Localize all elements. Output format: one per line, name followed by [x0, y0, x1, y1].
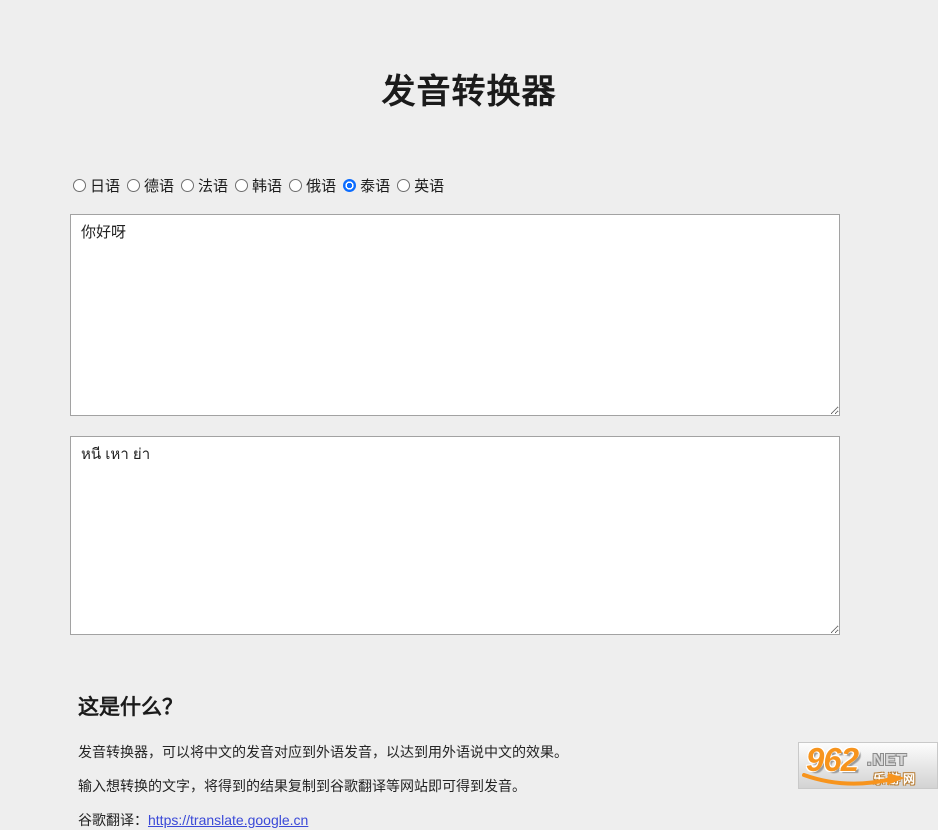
language-radio-group: 日语 德语 法语 韩语 俄语 泰语 英语 [73, 175, 938, 196]
radio-icon[interactable] [127, 179, 140, 192]
chinese-input-textarea[interactable]: 你好呀 [70, 214, 840, 416]
radio-icon[interactable] [289, 179, 302, 192]
radio-icon[interactable] [397, 179, 410, 192]
page: 发音转换器 日语 德语 法语 韩语 俄语 泰语 英语 你好呀 หนี เหา ย่า 这是什… [0, 0, 938, 830]
language-option-4[interactable]: 俄语 [289, 175, 336, 196]
page-title: 发音转换器 [0, 0, 938, 113]
site-watermark: 962 .NET 乐游网 [798, 742, 938, 789]
converted-output-textarea[interactable]: หนี เหา ย่า [70, 436, 840, 635]
language-option-1[interactable]: 德语 [127, 175, 174, 196]
watermark-swoosh-icon [802, 773, 906, 788]
language-option-3[interactable]: 韩语 [235, 175, 282, 196]
radio-icon[interactable] [181, 179, 194, 192]
language-option-5[interactable]: 泰语 [343, 175, 390, 196]
language-option-label: 泰语 [360, 175, 390, 196]
radio-checked-icon[interactable] [343, 179, 356, 192]
about-heading: 这是什么？ [78, 691, 938, 721]
language-option-6[interactable]: 英语 [397, 175, 444, 196]
language-option-label: 日语 [90, 175, 120, 196]
language-option-label: 德语 [144, 175, 174, 196]
language-option-0[interactable]: 日语 [73, 175, 120, 196]
radio-icon[interactable] [235, 179, 248, 192]
google-translate-link[interactable]: https://translate.google.cn [148, 812, 308, 828]
language-option-2[interactable]: 法语 [181, 175, 228, 196]
language-option-label: 英语 [414, 175, 444, 196]
language-option-label: 俄语 [306, 175, 336, 196]
language-option-label: 法语 [198, 175, 228, 196]
watermark-brand-suffix: .NET [867, 752, 907, 770]
language-option-label: 韩语 [252, 175, 282, 196]
about-paragraph-3: 谷歌翻译：https://translate.google.cn [78, 810, 938, 830]
google-translate-label: 谷歌翻译： [78, 812, 148, 828]
radio-icon[interactable] [73, 179, 86, 192]
